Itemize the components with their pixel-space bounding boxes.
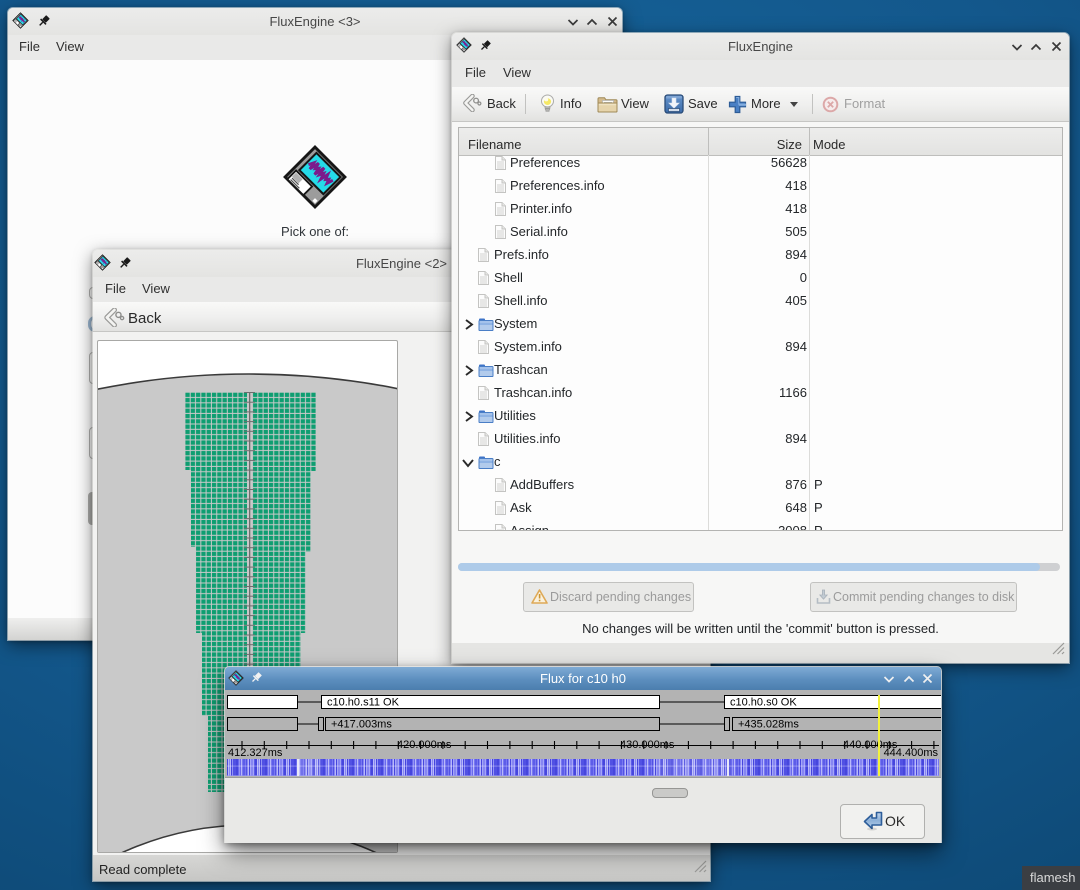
svg-text:+435.028ms: +435.028ms	[738, 719, 799, 731]
svg-text:444.400ms: 444.400ms	[884, 747, 939, 759]
svg-text:c10.h0.s0 OK: c10.h0.s0 OK	[730, 697, 797, 709]
svg-text:420.000ms: 420.000ms	[397, 739, 452, 751]
svg-text:430.000ms: 430.000ms	[620, 739, 675, 751]
svg-text:c10.h0.s11 OK: c10.h0.s11 OK	[327, 697, 400, 709]
svg-text:+417.003ms: +417.003ms	[331, 719, 392, 731]
svg-text:412.327ms: 412.327ms	[228, 747, 283, 759]
